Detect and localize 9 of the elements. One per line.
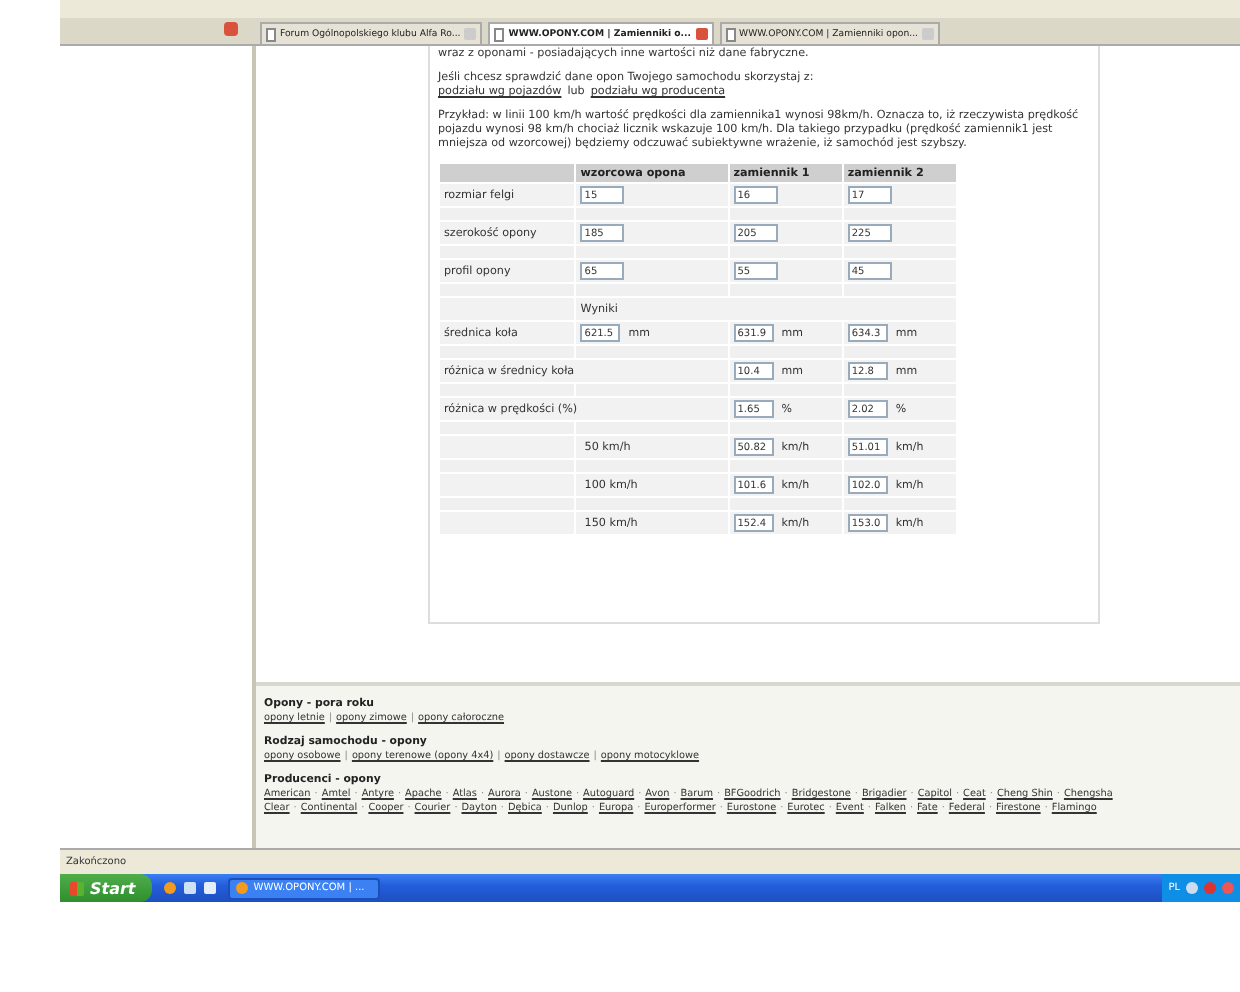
- close-icon[interactable]: [224, 22, 238, 36]
- header-cell: [440, 164, 575, 182]
- windows-logo-icon: [70, 881, 84, 895]
- browser-icon[interactable]: [163, 882, 176, 894]
- page-icon: [725, 27, 736, 41]
- page-icon: [266, 27, 276, 41]
- browser-icon: [235, 882, 248, 894]
- close-icon[interactable]: [695, 28, 708, 40]
- page-icon: [494, 27, 505, 41]
